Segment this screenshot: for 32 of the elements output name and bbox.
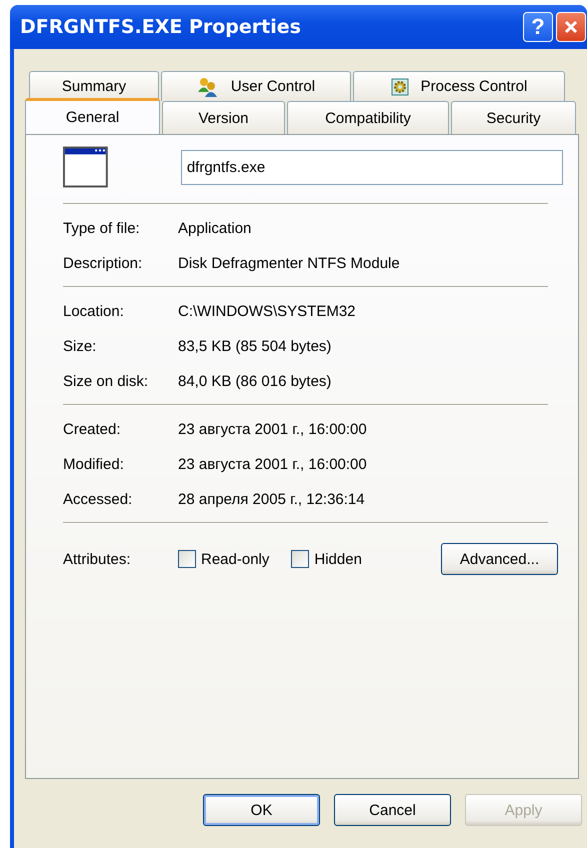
dialog-button[interactable]: OK [203, 794, 320, 826]
advanced-button[interactable]: Advanced... [441, 543, 558, 575]
tab[interactable]: Compatibility [287, 101, 449, 134]
property-label: Type of file: [63, 220, 141, 236]
tab[interactable]: Security [451, 101, 576, 134]
property-value: 84,0 KB (86 016 bytes) [178, 372, 332, 390]
property-label: Modified: [63, 456, 125, 472]
property-value: 28 апреля 2005 г., 12:36:14 [178, 490, 365, 508]
checkbox-label: Read-only [201, 550, 270, 568]
property-value: 83,5 KB (85 504 bytes) [178, 338, 332, 354]
window-title: DFRGNTFS.EXE Properties [20, 16, 302, 38]
file-name-field[interactable]: dfrgntfs.exe [180, 150, 563, 184]
property-value: 23 августа 2001 г., 16:00:00 [178, 456, 367, 472]
property-label: Size on disk: [63, 372, 150, 390]
property-value: 23 августа 2001 г., 16:00:00 [178, 420, 367, 438]
checkbox-label: Hidden [314, 550, 362, 568]
property-label: Attributes: [63, 550, 132, 568]
help-button[interactable]: ? [523, 12, 553, 42]
dialog-button[interactable]: Cancel [334, 794, 451, 826]
property-value: Disk Defragmenter NTFS Module [178, 254, 400, 272]
tab[interactable]: Version [162, 101, 285, 134]
property-label: Created: [63, 420, 122, 438]
property-label: Size: [63, 338, 98, 354]
property-label: Accessed: [63, 490, 134, 508]
tab[interactable]: General [25, 98, 160, 134]
property-label: Description: [63, 254, 144, 272]
property-value: Application [178, 220, 252, 236]
tab[interactable]: Summary [29, 71, 159, 101]
property-label: Location: [63, 302, 125, 320]
property-value: C:\WINDOWS\SYSTEM32 [178, 302, 356, 320]
tab[interactable]: User Control [161, 71, 351, 101]
tab[interactable]: Process Control [353, 71, 565, 101]
